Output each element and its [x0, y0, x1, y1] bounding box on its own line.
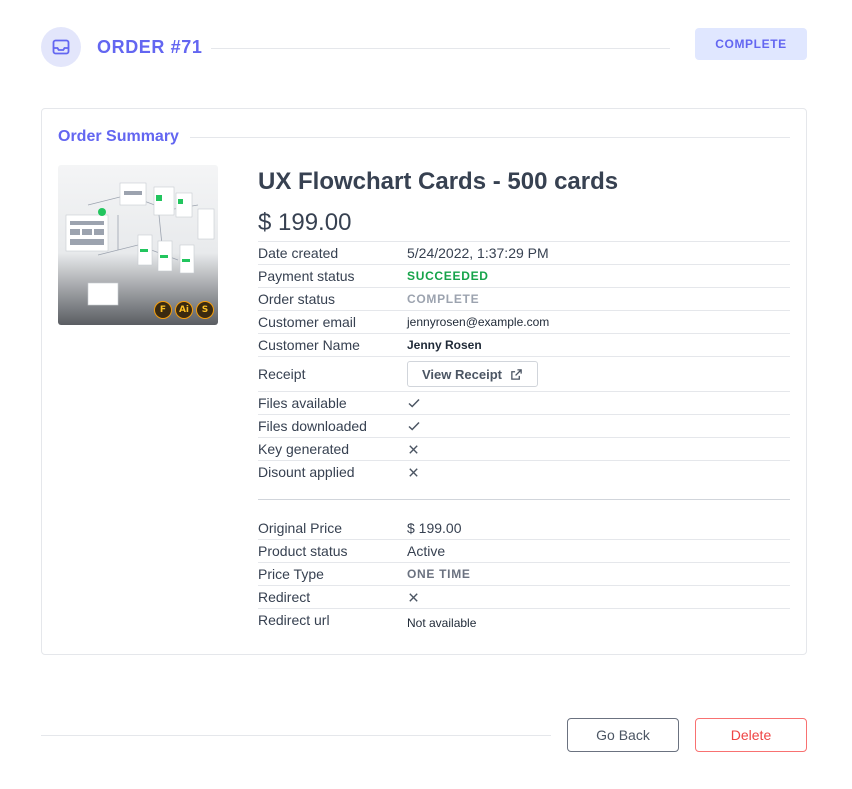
detail-label: Receipt: [258, 366, 306, 382]
order-header: ORDER #71 COMPLETE: [41, 27, 807, 69]
app-icons: F Ai S: [154, 301, 214, 319]
x-icon: [409, 467, 418, 477]
view-receipt-label: View Receipt: [422, 366, 502, 382]
customer-email-value: jennyrosen@example.com: [407, 315, 550, 329]
detail-label: Redirect: [258, 589, 311, 605]
page-title: ORDER #71: [97, 37, 203, 57]
detail-label: Customer Name: [258, 337, 360, 353]
detail-row-receipt: Receipt View Receipt: [258, 356, 790, 391]
illustrator-icon: Ai: [175, 301, 193, 319]
card-title-divider: [190, 137, 790, 138]
x-icon: [409, 444, 418, 454]
original-price-value: $ 199.00: [407, 519, 462, 536]
product-name: UX Flowchart Cards - 500 cards: [258, 168, 619, 195]
detail-label: Product status: [258, 543, 348, 559]
sketch-icon: S: [196, 301, 214, 319]
detail-row-key-generated: Key generated: [258, 437, 790, 460]
detail-label: Redirect url: [258, 612, 330, 628]
detail-row-date-created: Date created 5/24/2022, 1:37:29 PM: [258, 241, 790, 264]
detail-row-files-downloaded: Files downloaded: [258, 414, 790, 437]
check-icon: [408, 421, 420, 431]
order-status-badge: COMPLETE: [695, 28, 807, 60]
inbox-icon: [41, 27, 81, 67]
detail-row-redirect-url: Redirect url Not available: [258, 608, 790, 631]
check-icon: [408, 398, 420, 408]
delete-button[interactable]: Delete: [695, 718, 807, 752]
detail-row-price-type: Price Type ONE TIME: [258, 562, 790, 585]
detail-row-order-status: Order status COMPLETE: [258, 287, 790, 310]
customer-name-value: Jenny Rosen: [407, 338, 482, 352]
footer-divider: [41, 735, 551, 736]
product-image: F Ai S: [58, 165, 218, 325]
detail-label: Order status: [258, 291, 336, 307]
detail-row-redirect: Redirect: [258, 585, 790, 608]
receipt-value: View Receipt: [407, 361, 538, 387]
order-summary-card: Order Summary F Ai S UX Flowchart Cards …: [41, 108, 807, 655]
detail-row-payment-status: Payment status SUCCEEDED: [258, 264, 790, 287]
detail-label: Files available: [258, 395, 347, 411]
redirect-url-value: Not available: [407, 616, 477, 630]
detail-row-files-available: Files available: [258, 391, 790, 414]
order-details: UX Flowchart Cards - 500 cards $ 199.00 …: [258, 165, 790, 631]
price-type-value: ONE TIME: [407, 567, 471, 581]
header-divider: [211, 48, 670, 49]
detail-label: Key generated: [258, 441, 350, 457]
detail-value: 5/24/2022, 1:37:29 PM: [407, 245, 549, 261]
detail-row-customer-name: Customer Name Jenny Rosen: [258, 333, 790, 356]
detail-label: Date created: [258, 245, 339, 261]
detail-label: Original Price: [258, 519, 343, 536]
details-list: Date created 5/24/2022, 1:37:29 PM Payme…: [258, 241, 790, 631]
external-link-icon: [511, 368, 522, 380]
product-status-value: Active: [407, 543, 446, 559]
detail-row-product-status: Product status Active: [258, 539, 790, 562]
detail-row-discount-applied: Disount applied: [258, 460, 790, 483]
detail-label: Disount applied: [258, 464, 355, 480]
payment-status-value: SUCCEEDED: [407, 269, 489, 283]
product-price: $ 199.00: [258, 209, 352, 236]
x-icon: [409, 592, 418, 602]
detail-row-customer-email: Customer email jennyrosen@example.com: [258, 310, 790, 333]
card-title: Order Summary: [58, 128, 179, 145]
detail-row-original-price: Original Price $ 199.00: [258, 516, 790, 539]
view-receipt-button[interactable]: View Receipt: [407, 361, 538, 387]
detail-label: Price Type: [258, 566, 324, 582]
detail-label: Customer email: [258, 314, 357, 330]
order-status-value: COMPLETE: [407, 292, 480, 306]
figma-icon: F: [154, 301, 172, 319]
detail-label: Files downloaded: [258, 418, 367, 434]
detail-label: Payment status: [258, 268, 355, 284]
go-back-button[interactable]: Go Back: [567, 718, 679, 752]
